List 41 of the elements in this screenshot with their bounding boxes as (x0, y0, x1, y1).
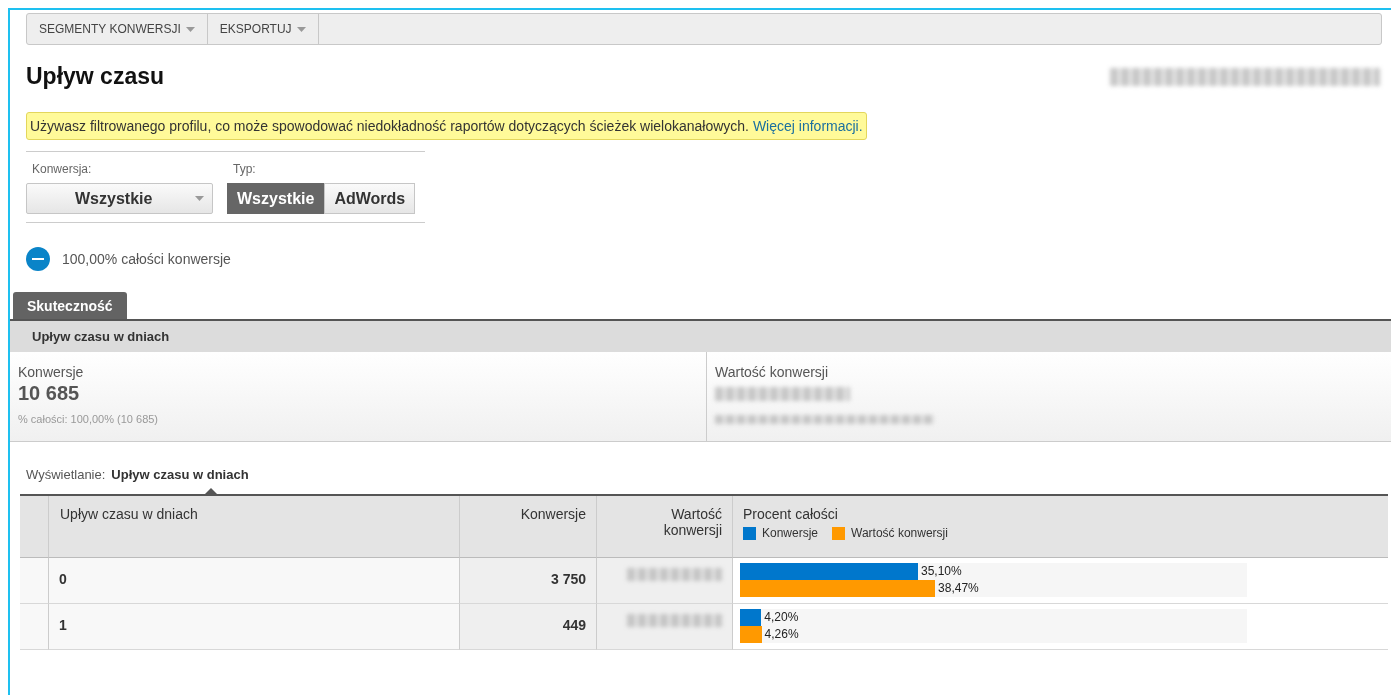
menu-button[interactable]: EKSPORTUJ (207, 14, 319, 44)
table-cell (20, 604, 49, 650)
view-value: Upływ czasu w dniach (111, 467, 249, 482)
segment-label: 100,00% całości konwersje (62, 251, 231, 267)
view-label: Wyświetlanie: (26, 467, 106, 482)
legend-label: Konwersje (762, 526, 819, 540)
tab[interactable]: Skuteczność (13, 292, 127, 319)
percent-label: 38,47% (938, 581, 979, 595)
menu-button[interactable]: SEGMENTY KONWERSJI (27, 14, 208, 44)
header-cell (20, 496, 49, 558)
column-header[interactable]: Procent całości (743, 506, 1378, 522)
minus-circle-icon[interactable] (26, 247, 50, 271)
percent-label: 35,10% (920, 564, 962, 578)
column-header[interactable]: Upływ czasu w dniach (49, 496, 460, 558)
field-label: Typ: (232, 162, 257, 176)
percent-label: 4,20% (764, 610, 799, 624)
percent-label: 4,26% (764, 627, 799, 641)
caret-icon (195, 196, 204, 201)
table-cell: 449 (460, 604, 597, 650)
caret-icon (296, 26, 306, 32)
page-title: Upływ czasu (26, 62, 165, 90)
metric-label: Konwersje (18, 364, 85, 380)
column-header[interactable]: Konwersje (460, 496, 597, 558)
date-range-field[interactable] (1110, 68, 1380, 86)
caret-icon (185, 26, 195, 32)
more-info-link[interactable]: Więcej informacji. (752, 118, 863, 134)
legend-label: Wartość konwersji (851, 526, 948, 540)
metric-value: 10 685 (18, 382, 81, 405)
table-cell: 3 750 (460, 558, 597, 604)
subtab[interactable]: Upływ czasu w dniach (32, 321, 170, 352)
table-cell: 0 (49, 558, 460, 604)
table-cell: 1 (49, 604, 460, 650)
table-cell (20, 558, 49, 604)
notice-text: Używasz filtrowanego profilu, co może spowodować niedokładność raportów dotyczących ścieżek wielokanałowych. (30, 118, 750, 134)
type-toggle-button[interactable]: AdWords (324, 183, 416, 214)
metric-label: Wartość konwersji (715, 364, 830, 380)
conversion-dropdown[interactable]: Wszystkie (26, 183, 213, 214)
column-header[interactable]: Wartość konwersji (597, 496, 733, 558)
field-label: Konwersja: (31, 162, 93, 176)
metric-detail: % całości: 100,00% (10 685) (18, 413, 160, 425)
type-toggle-button[interactable]: Wszystkie (227, 183, 325, 214)
